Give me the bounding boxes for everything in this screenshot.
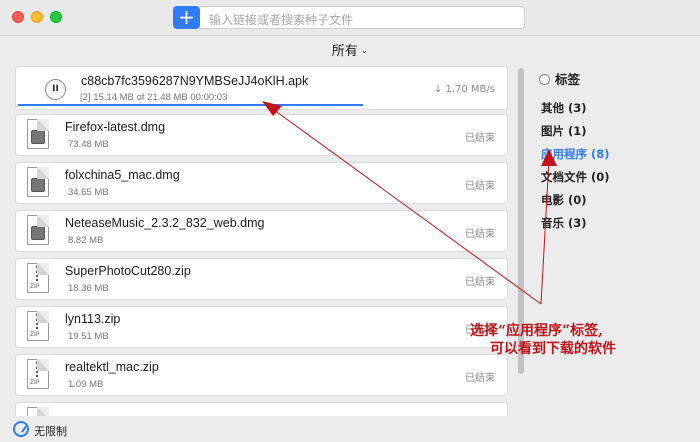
annotation-line-2: 可以看到下载的软件	[490, 341, 616, 357]
zip-badge: ZIP	[30, 283, 40, 290]
close-window-button[interactable]	[12, 11, 24, 23]
category-other[interactable]: 其他 (3)	[541, 100, 587, 116]
download-list: II c88cb7fc3596287N9YMBSeJJ4oKlH.apk [2]…	[0, 66, 520, 416]
download-row[interactable]: ZIP realtektl_mac.zip 1.09 MB 已结束	[15, 354, 508, 396]
download-size: 18.36 MB	[68, 283, 109, 294]
download-row[interactable]: NeteaseMusic_2.3.2_832_web.dmg 8.82 MB 已…	[15, 210, 508, 252]
zip-file-icon: ZIP	[27, 359, 49, 389]
download-name: lyn113.zip	[65, 312, 121, 326]
status-bar: 无限制	[0, 418, 700, 442]
download-name: NeteaseMusic_2.3.2_832_web.dmg	[65, 216, 265, 230]
annotation-line-1: 选择“应用程序”标签,	[470, 323, 603, 339]
annotation-note: 选择“应用程序”标签, 可以看到下载的软件	[470, 322, 616, 358]
category-movies[interactable]: 电影 (0)	[541, 192, 587, 208]
add-download-button[interactable]: +	[173, 6, 200, 29]
dmg-file-icon	[27, 167, 49, 197]
download-speed: ↓ 1.70 MB/s	[433, 84, 495, 95]
filter-dropdown[interactable]: 所有 ⌄	[0, 40, 700, 62]
download-status: 已结束	[465, 133, 495, 144]
minimize-window-button[interactable]	[31, 11, 43, 23]
download-name: realtektl_mac.zip	[65, 360, 159, 374]
download-row-partial[interactable]	[15, 402, 508, 416]
tags-header-label: 标签	[555, 72, 581, 87]
dmg-file-icon	[27, 215, 49, 245]
category-music[interactable]: 音乐 (3)	[541, 215, 587, 231]
download-row[interactable]: ZIP SuperPhotoCut280.zip 18.36 MB 已结束	[15, 258, 508, 300]
dmg-file-icon	[27, 119, 49, 149]
download-size: 34.65 MB	[68, 187, 109, 198]
download-row[interactable]: folxchina5_mac.dmg 34.65 MB 已结束	[15, 162, 508, 204]
download-name: Firefox-latest.dmg	[65, 120, 166, 134]
active-download-row[interactable]: II c88cb7fc3596287N9YMBSeJJ4oKlH.apk [2]…	[15, 66, 508, 110]
speedometer-icon[interactable]	[13, 421, 29, 437]
download-name: c88cb7fc3596287N9YMBSeJJ4oKlH.apk	[81, 74, 309, 88]
filter-label: 所有	[331, 44, 358, 59]
radio-icon[interactable]	[539, 74, 550, 85]
progress-bar	[18, 104, 363, 106]
title-bar: + 输入链接或者搜索种子文件	[0, 0, 700, 36]
zip-badge: ZIP	[30, 331, 40, 338]
download-name: folxchina5_mac.dmg	[65, 168, 180, 182]
download-size: 8.82 MB	[68, 235, 104, 246]
download-name: SuperPhotoCut280.zip	[65, 264, 191, 278]
tag-sidebar: 标签 其他 (3) 图片 (1) 应用程序 (8) 文档文件 (0) 电影 (0…	[530, 66, 700, 266]
category-images[interactable]: 图片 (1)	[541, 123, 587, 139]
download-status: 已结束	[465, 229, 495, 240]
download-size: 73.48 MB	[68, 139, 109, 150]
maximize-window-button[interactable]	[50, 11, 62, 23]
search-input[interactable]: 输入链接或者搜索种子文件	[200, 6, 525, 29]
download-row[interactable]: ZIP lyn113.zip 19.51 MB 已结束	[15, 306, 508, 348]
download-row[interactable]: Firefox-latest.dmg 73.48 MB 已结束	[15, 114, 508, 156]
category-applications[interactable]: 应用程序 (8)	[541, 146, 610, 162]
zip-file-icon: ZIP	[27, 263, 49, 293]
file-icon	[27, 407, 49, 416]
zip-badge: ZIP	[30, 379, 40, 386]
category-documents[interactable]: 文档文件 (0)	[541, 169, 610, 185]
zip-file-icon: ZIP	[27, 311, 49, 341]
tags-header[interactable]: 标签	[539, 69, 580, 88]
download-status: 已结束	[465, 277, 495, 288]
chevron-down-icon: ⌄	[360, 46, 369, 56]
download-size: 1.09 MB	[68, 379, 104, 390]
download-status: 已结束	[465, 373, 495, 384]
pause-icon[interactable]: II	[45, 79, 66, 100]
speed-limit-label[interactable]: 无限制	[34, 423, 67, 439]
download-status: 已结束	[465, 181, 495, 192]
download-size: 19.51 MB	[68, 331, 109, 342]
download-progress-text: [2] 15.14 MB of 21.48 MB 00:00:03	[80, 92, 228, 103]
